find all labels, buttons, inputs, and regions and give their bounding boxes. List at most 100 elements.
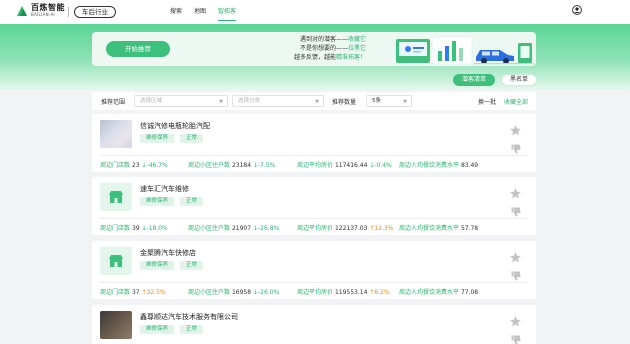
slogan-line-2: 不是你想要的——拉黑它 (300, 45, 367, 52)
start-recommend-button[interactable]: 开始推荐 (106, 41, 170, 57)
category-tag: 维修保养 (140, 325, 175, 334)
shop-card[interactable]: 鑫尊顺达汽车技术服务有限公司 维修保养 正常 (92, 305, 536, 344)
refresh-button[interactable]: 换一批 (478, 97, 496, 106)
stat-value: 16958 (231, 289, 252, 296)
status-tag: 正常 (180, 197, 204, 206)
star-icon[interactable] (509, 251, 522, 264)
chevron-down-icon: ▼ (219, 99, 223, 105)
category-select-placeholder: 选择分类 (238, 98, 261, 104)
shop-name[interactable]: 鑫尊顺达汽车技术服务有限公司 (140, 312, 238, 322)
category-tag: 维修保养 (140, 134, 175, 143)
slogan-line-1: 遇到对的潜客——收藏它 (300, 36, 367, 43)
nav-map[interactable]: 地图 (194, 0, 206, 24)
banner-illustration (396, 36, 534, 65)
stat-consumption: 周边人均餐饮消费水平 83.49 (399, 160, 478, 169)
shop-thumbnail (100, 183, 132, 211)
stat-delta: ↓-0.4% (369, 162, 392, 169)
region-select[interactable]: 选择区域 ▼ (134, 95, 228, 107)
region-select-placeholder: 选择区域 (140, 98, 163, 104)
stat-stores: 周边门店数 23 ↓-46.7% (100, 160, 168, 169)
shop-name[interactable]: 信诚汽修电瓶轮胎汽配 (140, 121, 210, 131)
favorite-all-button[interactable]: 收藏全部 (504, 97, 528, 106)
logo-icon (17, 5, 27, 16)
shop-thumbnail (100, 120, 132, 148)
chevron-down-icon: ▼ (315, 99, 319, 105)
star-icon[interactable] (509, 187, 522, 200)
stat-label: 周边人均餐饮消费水平 (399, 162, 460, 169)
slogan-line-3: 越多反馈，越能精准拓客！ (294, 54, 367, 61)
stat-value: 57.78 (460, 225, 479, 232)
stat-value: 39 (131, 225, 140, 232)
shop-card[interactable]: 速车汇汽车维修 维修保养 正常 周边门店数 39 ↓-18.0% 周边小区住户数 219… (92, 177, 536, 235)
stat-stores: 周边门店数 37 ↑32.5% (100, 287, 166, 296)
stat-delta: ↓-26.0% (252, 289, 280, 296)
stat-value: 119553.14 (334, 289, 368, 296)
shop-icon (109, 255, 123, 267)
promo-banner: 开始推荐 遇到对的潜客——收藏它 不是你想要的——拉黑它 越多反馈，越能精准拓客… (92, 32, 536, 66)
shop-tags: 维修保养 正常 (140, 197, 209, 206)
stat-label: 周边门店数 (100, 289, 131, 296)
shop-thumbnail (100, 247, 132, 275)
shop-stats: 周边门店数 23 ↓-46.7% 周边小区住户数 23184 ↓-7.5% 周边平均… (92, 156, 536, 172)
chevron-down-icon: ▼ (403, 99, 407, 105)
stat-label: 周边平均房价 (297, 162, 334, 169)
stat-label: 周边平均房价 (297, 225, 334, 232)
industry-tag[interactable]: 车后行业 (74, 6, 116, 18)
star-icon[interactable] (509, 315, 522, 328)
stat-delta: ↓-18.0% (141, 225, 168, 232)
stat-house-price: 周边平均房价 117416.44 ↓-0.4% (297, 160, 392, 169)
stat-households: 周边小区住户数 16958 ↓-26.0% (188, 287, 279, 296)
filter-bar: 推荐范围 选择区域 ▼ 选择分类 ▼ 推荐数量 5条 ▼ 换一批 收藏全部 (92, 92, 536, 110)
stat-label: 周边门店数 (100, 225, 131, 232)
stat-delta: ↑32.5% (141, 289, 166, 296)
shop-card[interactable]: 信诚汽修电瓶轮胎汽配 维修保养 正常周边门店数 23 ↓-46.7% 周边小区住户数 … (92, 114, 536, 172)
stat-value: 21907 (231, 225, 252, 232)
stat-value: 23184 (231, 162, 252, 169)
top-bar: 百炼智能 BAILIAN·AI 车后行业 搜索 地图 智拓客 (0, 0, 630, 24)
stat-households: 周边小区住户数 23184 ↓-7.5% (188, 160, 275, 169)
thumb-down-icon[interactable] (511, 207, 521, 217)
stat-stores: 周边门店数 39 ↓-18.0% (100, 223, 168, 232)
status-tag: 正常 (180, 325, 204, 334)
category-tag: 维修保养 (140, 197, 175, 206)
category-tag: 维修保养 (140, 261, 175, 270)
stat-delta: ↑6.2% (369, 289, 390, 296)
star-icon[interactable] (509, 124, 522, 137)
shop-name[interactable]: 速车汇汽车维修 (140, 184, 189, 194)
thumb-down-icon[interactable] (511, 271, 521, 281)
category-select[interactable]: 选择分类 ▼ (232, 95, 324, 107)
nav-search[interactable]: 搜索 (170, 0, 182, 24)
status-tag: 正常 (180, 134, 204, 143)
stat-label: 周边小区住户数 (188, 289, 231, 296)
count-select[interactable]: 5条 ▼ (366, 95, 412, 107)
stat-value: 83.49 (460, 162, 479, 169)
stat-label: 周边平均房价 (297, 289, 334, 296)
count-label: 推荐数量 (332, 99, 357, 106)
shop-tags: 维修保养 正常 (140, 261, 209, 270)
logo-divider (68, 7, 69, 17)
nav-smart-prospecting[interactable]: 智拓客 (218, 0, 237, 24)
blacklist-button[interactable]: 黑名单 (501, 74, 537, 86)
shop-stats: 周边门店数 39 ↓-18.0% 周边小区住户数 21907 ↓-26.8% 周边平… (92, 219, 536, 235)
stat-consumption: 周边人均餐饮消费水平 77.08 (399, 287, 478, 296)
logo[interactable]: 百炼智能 BAILIAN·AI (16, 4, 65, 17)
stat-value: 117416.44 (334, 162, 368, 169)
count-select-value: 5条 (372, 98, 381, 104)
thumb-down-icon[interactable] (511, 335, 521, 344)
shop-icon (109, 191, 123, 203)
stat-value: 23 (131, 162, 140, 169)
status-tag: 正常 (180, 261, 204, 270)
shop-tags: 维修保养 正常 (140, 134, 209, 143)
shop-name[interactable]: 金聚腾汽车快修店 (140, 248, 196, 258)
shop-tags: 维修保养 正常 (140, 325, 209, 334)
stat-consumption: 周边人均餐饮消费水平 57.78 (399, 223, 478, 232)
logo-text-en: BAILIAN·AI (31, 12, 55, 17)
stat-value: 122137.03 (334, 225, 368, 232)
user-icon[interactable] (572, 5, 582, 15)
thumb-down-icon[interactable] (511, 144, 521, 154)
stat-delta: ↓-26.8% (252, 225, 280, 232)
stat-value: 77.08 (460, 289, 479, 296)
stat-label: 周边人均餐饮消费水平 (399, 289, 460, 296)
shop-card[interactable]: 金聚腾汽车快修店 维修保养 正常 周边门店数 37 ↑32.5% 周边小区住户数 169… (92, 241, 536, 299)
leads-list-button[interactable]: 潜客清单 (453, 74, 495, 86)
